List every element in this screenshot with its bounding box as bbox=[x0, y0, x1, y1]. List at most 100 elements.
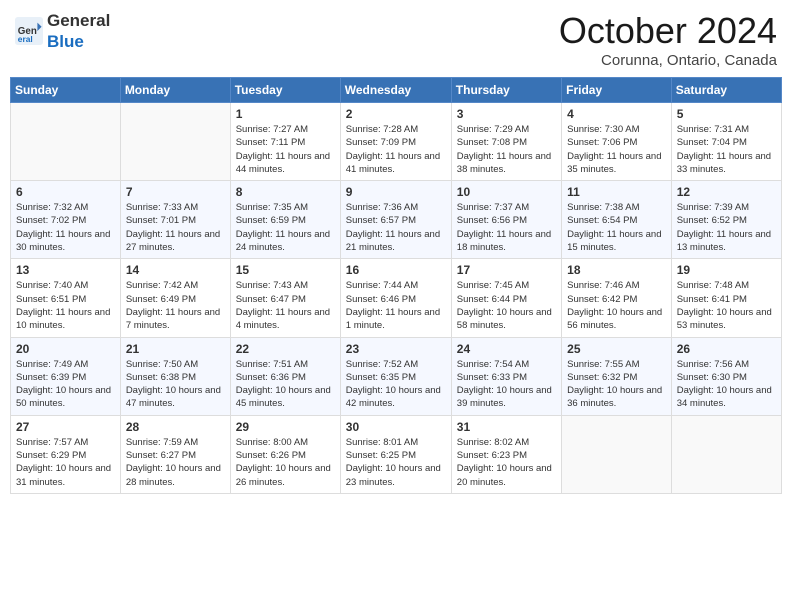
calendar-day-cell bbox=[562, 415, 672, 493]
calendar-day-cell: 27 Sunrise: 7:57 AM Sunset: 6:29 PM Dayli… bbox=[11, 415, 121, 493]
day-info: Sunrise: 7:36 AM Sunset: 6:57 PM Dayligh… bbox=[346, 201, 446, 254]
day-number: 23 bbox=[346, 342, 446, 356]
calendar-table: SundayMondayTuesdayWednesdayThursdayFrid… bbox=[10, 77, 782, 494]
day-info: Sunrise: 7:48 AM Sunset: 6:41 PM Dayligh… bbox=[677, 279, 776, 332]
day-info: Sunrise: 7:59 AM Sunset: 6:27 PM Dayligh… bbox=[126, 436, 225, 489]
calendar-day-cell: 3 Sunrise: 7:29 AM Sunset: 7:08 PM Daylig… bbox=[451, 103, 561, 181]
calendar-day-cell: 16Sunrise: 7:44 AM Sunset: 6:46 PM Dayli… bbox=[340, 259, 451, 337]
day-number: 9 bbox=[346, 185, 446, 199]
day-info: Sunrise: 8:00 AM Sunset: 6:26 PM Dayligh… bbox=[236, 436, 335, 489]
calendar-day-cell: 7Sunrise: 7:33 AM Sunset: 7:01 PM Daylig… bbox=[120, 181, 230, 259]
logo-blue-text: Blue bbox=[47, 32, 84, 51]
day-number: 31 bbox=[457, 420, 556, 434]
day-number: 25 bbox=[567, 342, 666, 356]
day-info: Sunrise: 7:46 AM Sunset: 6:42 PM Dayligh… bbox=[567, 279, 666, 332]
calendar-week-row: 27 Sunrise: 7:57 AM Sunset: 6:29 PM Dayli… bbox=[11, 415, 782, 493]
calendar-day-cell: 29 Sunrise: 8:00 AM Sunset: 6:26 PM Dayli… bbox=[230, 415, 340, 493]
calendar-day-cell: 30Sunrise: 8:01 AM Sunset: 6:25 PM Dayli… bbox=[340, 415, 451, 493]
calendar-day-cell bbox=[120, 103, 230, 181]
day-number: 8 bbox=[236, 185, 335, 199]
day-info: Sunrise: 7:55 AM Sunset: 6:32 PM Dayligh… bbox=[567, 358, 666, 411]
calendar-day-cell: 20 Sunrise: 7:49 AM Sunset: 6:39 PM Dayli… bbox=[11, 337, 121, 415]
logo: Gen eral General Blue bbox=[15, 10, 110, 52]
calendar-day-cell: 9 Sunrise: 7:36 AM Sunset: 6:57 PM Daylig… bbox=[340, 181, 451, 259]
title-block: October 2024 Corunna, Ontario, Canada bbox=[559, 10, 777, 69]
day-number: 11 bbox=[567, 185, 666, 199]
day-number: 6 bbox=[16, 185, 115, 199]
calendar-day-cell: 11 Sunrise: 7:38 AM Sunset: 6:54 PM Dayli… bbox=[562, 181, 672, 259]
day-number: 26 bbox=[677, 342, 776, 356]
day-of-week-header: Friday bbox=[562, 78, 672, 103]
day-of-week-header: Saturday bbox=[671, 78, 781, 103]
day-number: 16 bbox=[346, 263, 446, 277]
day-info: Sunrise: 7:51 AM Sunset: 6:36 PM Dayligh… bbox=[236, 358, 335, 411]
day-info: Sunrise: 7:32 AM Sunset: 7:02 PM Dayligh… bbox=[16, 201, 115, 254]
day-info: Sunrise: 7:52 AM Sunset: 6:35 PM Dayligh… bbox=[346, 358, 446, 411]
day-info: Sunrise: 7:30 AM Sunset: 7:06 PM Dayligh… bbox=[567, 123, 666, 176]
calendar-day-cell: 24Sunrise: 7:54 AM Sunset: 6:33 PM Dayli… bbox=[451, 337, 561, 415]
calendar-day-cell: 5Sunrise: 7:31 AM Sunset: 7:04 PM Daylig… bbox=[671, 103, 781, 181]
calendar-day-cell: 4Sunrise: 7:30 AM Sunset: 7:06 PM Daylig… bbox=[562, 103, 672, 181]
calendar-day-cell: 18 Sunrise: 7:46 AM Sunset: 6:42 PM Dayli… bbox=[562, 259, 672, 337]
day-of-week-header: Sunday bbox=[11, 78, 121, 103]
svg-text:eral: eral bbox=[18, 34, 33, 44]
day-number: 14 bbox=[126, 263, 225, 277]
calendar-day-cell: 13 Sunrise: 7:40 AM Sunset: 6:51 PM Dayli… bbox=[11, 259, 121, 337]
location: Corunna, Ontario, Canada bbox=[559, 52, 777, 69]
day-number: 30 bbox=[346, 420, 446, 434]
day-info: Sunrise: 7:45 AM Sunset: 6:44 PM Dayligh… bbox=[457, 279, 556, 332]
calendar-day-cell bbox=[11, 103, 121, 181]
calendar-day-cell: 12 Sunrise: 7:39 AM Sunset: 6:52 PM Dayli… bbox=[671, 181, 781, 259]
month-title: October 2024 bbox=[559, 10, 777, 52]
calendar-header-row: SundayMondayTuesdayWednesdayThursdayFrid… bbox=[11, 78, 782, 103]
calendar-day-cell: 8 Sunrise: 7:35 AM Sunset: 6:59 PM Daylig… bbox=[230, 181, 340, 259]
day-info: Sunrise: 7:57 AM Sunset: 6:29 PM Dayligh… bbox=[16, 436, 115, 489]
day-number: 27 bbox=[16, 420, 115, 434]
day-number: 3 bbox=[457, 107, 556, 121]
day-number: 1 bbox=[236, 107, 335, 121]
day-number: 13 bbox=[16, 263, 115, 277]
day-of-week-header: Monday bbox=[120, 78, 230, 103]
day-number: 29 bbox=[236, 420, 335, 434]
day-number: 21 bbox=[126, 342, 225, 356]
page-header: Gen eral General Blue October 2024 Corun… bbox=[10, 10, 782, 69]
calendar-week-row: 1 Sunrise: 7:27 AM Sunset: 7:11 PM Daylig… bbox=[11, 103, 782, 181]
day-info: Sunrise: 7:50 AM Sunset: 6:38 PM Dayligh… bbox=[126, 358, 225, 411]
calendar-day-cell: 26Sunrise: 7:56 AM Sunset: 6:30 PM Dayli… bbox=[671, 337, 781, 415]
day-of-week-header: Tuesday bbox=[230, 78, 340, 103]
day-info: Sunrise: 7:40 AM Sunset: 6:51 PM Dayligh… bbox=[16, 279, 115, 332]
day-number: 10 bbox=[457, 185, 556, 199]
day-number: 12 bbox=[677, 185, 776, 199]
calendar-day-cell: 2Sunrise: 7:28 AM Sunset: 7:09 PM Daylig… bbox=[340, 103, 451, 181]
day-info: Sunrise: 7:37 AM Sunset: 6:56 PM Dayligh… bbox=[457, 201, 556, 254]
day-number: 20 bbox=[16, 342, 115, 356]
calendar-day-cell: 31Sunrise: 8:02 AM Sunset: 6:23 PM Dayli… bbox=[451, 415, 561, 493]
calendar-day-cell: 28Sunrise: 7:59 AM Sunset: 6:27 PM Dayli… bbox=[120, 415, 230, 493]
calendar-day-cell: 17Sunrise: 7:45 AM Sunset: 6:44 PM Dayli… bbox=[451, 259, 561, 337]
day-info: Sunrise: 7:43 AM Sunset: 6:47 PM Dayligh… bbox=[236, 279, 335, 332]
day-info: Sunrise: 7:31 AM Sunset: 7:04 PM Dayligh… bbox=[677, 123, 776, 176]
day-info: Sunrise: 7:49 AM Sunset: 6:39 PM Dayligh… bbox=[16, 358, 115, 411]
day-number: 18 bbox=[567, 263, 666, 277]
calendar-week-row: 6 Sunrise: 7:32 AM Sunset: 7:02 PM Daylig… bbox=[11, 181, 782, 259]
day-info: Sunrise: 7:35 AM Sunset: 6:59 PM Dayligh… bbox=[236, 201, 335, 254]
day-of-week-header: Thursday bbox=[451, 78, 561, 103]
day-number: 7 bbox=[126, 185, 225, 199]
day-info: Sunrise: 7:27 AM Sunset: 7:11 PM Dayligh… bbox=[236, 123, 335, 176]
day-number: 2 bbox=[346, 107, 446, 121]
calendar-day-cell: 6 Sunrise: 7:32 AM Sunset: 7:02 PM Daylig… bbox=[11, 181, 121, 259]
day-number: 24 bbox=[457, 342, 556, 356]
calendar-day-cell: 22Sunrise: 7:51 AM Sunset: 6:36 PM Dayli… bbox=[230, 337, 340, 415]
day-info: Sunrise: 7:39 AM Sunset: 6:52 PM Dayligh… bbox=[677, 201, 776, 254]
day-info: Sunrise: 7:29 AM Sunset: 7:08 PM Dayligh… bbox=[457, 123, 556, 176]
calendar-day-cell: 19 Sunrise: 7:48 AM Sunset: 6:41 PM Dayli… bbox=[671, 259, 781, 337]
day-info: Sunrise: 7:38 AM Sunset: 6:54 PM Dayligh… bbox=[567, 201, 666, 254]
day-number: 19 bbox=[677, 263, 776, 277]
calendar-day-cell: 10 Sunrise: 7:37 AM Sunset: 6:56 PM Dayli… bbox=[451, 181, 561, 259]
day-info: Sunrise: 7:42 AM Sunset: 6:49 PM Dayligh… bbox=[126, 279, 225, 332]
day-number: 15 bbox=[236, 263, 335, 277]
calendar-day-cell: 14 Sunrise: 7:42 AM Sunset: 6:49 PM Dayli… bbox=[120, 259, 230, 337]
calendar-day-cell: 21 Sunrise: 7:50 AM Sunset: 6:38 PM Dayli… bbox=[120, 337, 230, 415]
calendar-day-cell: 1 Sunrise: 7:27 AM Sunset: 7:11 PM Daylig… bbox=[230, 103, 340, 181]
calendar-week-row: 20 Sunrise: 7:49 AM Sunset: 6:39 PM Dayli… bbox=[11, 337, 782, 415]
